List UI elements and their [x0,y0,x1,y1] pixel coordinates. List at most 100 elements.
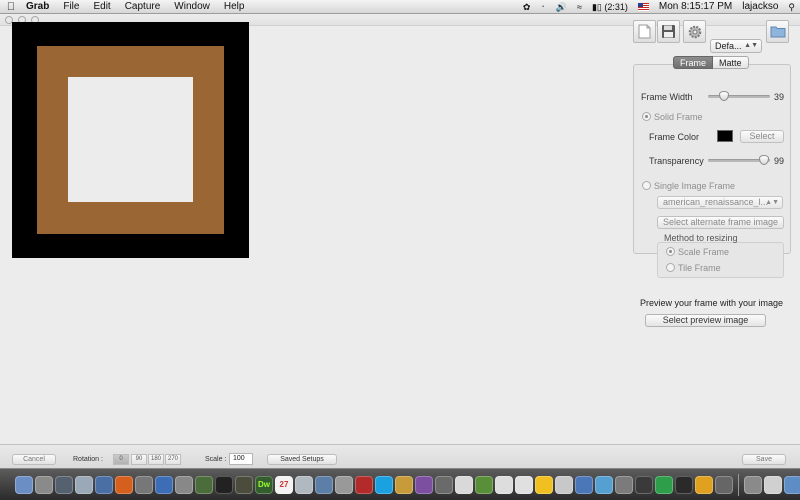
menu-help[interactable]: Help [217,0,252,14]
chrome-icon[interactable] [155,475,173,494]
launchpad-icon[interactable] [55,475,73,494]
settings-button[interactable] [683,20,706,43]
scale-frame-radio[interactable] [666,247,675,256]
menu-capture[interactable]: Capture [118,0,168,14]
rotation-0-button[interactable]: 0 [113,454,129,465]
app-icon[interactable] [744,475,762,494]
cyberduck-icon[interactable] [535,475,553,494]
app-icon[interactable] [695,475,713,494]
app-icon[interactable] [295,475,313,494]
dreamweaver-label: Dw [258,479,270,489]
app-icon[interactable] [315,475,333,494]
menubar-user[interactable]: lajackso [737,0,783,14]
app-icon[interactable] [335,475,353,494]
app-icon[interactable] [555,475,573,494]
leaf-icon[interactable]: ✿ [518,0,536,14]
rotation-180-button[interactable]: 180 [148,454,164,465]
spotlight-search-icon[interactable]: ⚲ [783,0,800,14]
guitar-app-icon[interactable] [395,475,413,494]
frame-color-swatch[interactable] [717,130,733,142]
grab-app-icon[interactable] [175,475,193,494]
rotation-270-button[interactable]: 270 [165,454,181,465]
finder-icon[interactable] [15,475,33,494]
battery-time: (2:31) [604,1,628,12]
frame-width-slider[interactable] [708,91,770,101]
safari-icon[interactable] [95,475,113,494]
app-icon[interactable] [415,475,433,494]
calendar-icon[interactable]: 27 [275,475,293,494]
open-folder-button[interactable] [766,20,789,43]
single-image-frame-radio[interactable] [642,181,651,190]
menu-file[interactable]: File [56,0,86,14]
app-icon[interactable] [615,475,633,494]
select-preview-image-button[interactable]: Select preview image [645,314,766,327]
tab-frame[interactable]: Frame [673,56,714,69]
menubar-clock[interactable]: Mon 8:15:17 PM [654,0,737,14]
tile-frame-radio[interactable] [666,263,675,272]
preset-dropdown[interactable]: Defa... ▲▼ [710,39,762,53]
scale-input[interactable]: 100 [229,453,253,465]
app-icon[interactable] [435,475,453,494]
bluetooth-icon[interactable]: ᛫ [535,0,550,14]
document-icon[interactable] [764,475,782,494]
menu-window[interactable]: Window [167,0,217,14]
new-document-button[interactable] [633,20,656,43]
transparency-slider[interactable] [708,155,770,165]
downloads-stack-icon[interactable] [784,475,800,494]
wifi-icon[interactable]: ≈ [572,0,587,14]
photo-app-icon[interactable] [135,475,153,494]
app-icon[interactable] [455,475,473,494]
dreamweaver-icon[interactable]: Dw [255,475,273,494]
app-icon[interactable] [515,475,533,494]
frame-preview-image-area [68,77,193,202]
transparency-value: 99 [774,156,785,166]
dashboard-icon[interactable] [35,475,53,494]
terminal-icon[interactable] [215,475,233,494]
app-icon[interactable] [235,475,253,494]
apple-menu-icon[interactable]:  [0,1,22,13]
transparency-label: Transparency [649,156,704,166]
input-flag-icon[interactable] [633,0,654,14]
app-icon[interactable] [715,475,733,494]
frame-width-value: 39 [774,92,785,102]
app-icon[interactable] [575,475,593,494]
app-icon[interactable] [595,475,613,494]
dock: Dw 27 [0,468,800,500]
save-button[interactable] [657,20,680,43]
save-setup-button[interactable]: Save [742,454,786,465]
dock-separator [738,473,739,496]
skype-icon[interactable] [375,475,393,494]
saved-setups-button[interactable]: Saved Setups [267,454,337,465]
scale-frame-label: Scale Frame [678,247,730,257]
tab-matte[interactable]: Matte [713,56,749,69]
app-icon[interactable] [635,475,653,494]
select-color-button[interactable]: Select [740,130,784,143]
menu-bar:  Grab File Edit Capture Window Help ✿ ᛫… [0,0,800,14]
updown-arrows-icon: ▲▼ [765,199,779,206]
floppy-disk-icon [662,25,675,38]
solid-frame-radio[interactable] [642,112,651,121]
bottom-status-bar: Cancel Rotation : 0 90 180 270 Scale : 1… [0,444,800,468]
frame-preview-canvas [12,22,249,258]
preset-value: Defa... [715,41,742,51]
app-icon[interactable] [495,475,513,494]
app-icon[interactable] [475,475,493,494]
single-image-frame-label: Single Image Frame [654,181,736,191]
app-icon[interactable] [195,475,213,494]
menu-edit[interactable]: Edit [86,0,117,14]
select-alternate-frame-image-button[interactable]: Select alternate frame image [657,216,784,229]
app-icon[interactable] [655,475,673,494]
rotation-90-button[interactable]: 90 [131,454,147,465]
scale-label: Scale : [205,456,227,463]
calendar-date: 27 [279,479,289,489]
volume-icon[interactable]: 🔊 [551,0,572,14]
menu-app-name[interactable]: Grab [22,0,56,14]
app-icon[interactable] [675,475,693,494]
system-preferences-icon[interactable] [75,475,93,494]
firefox-icon[interactable] [115,475,133,494]
battery-icon[interactable]: ▮▯ (2:31) [587,0,633,14]
frame-image-dropdown[interactable]: american_renaissance_l... ▲▼ [657,196,783,209]
app-icon[interactable] [355,475,373,494]
cancel-button[interactable]: Cancel [12,454,56,465]
tile-frame-label: Tile Frame [678,263,721,273]
